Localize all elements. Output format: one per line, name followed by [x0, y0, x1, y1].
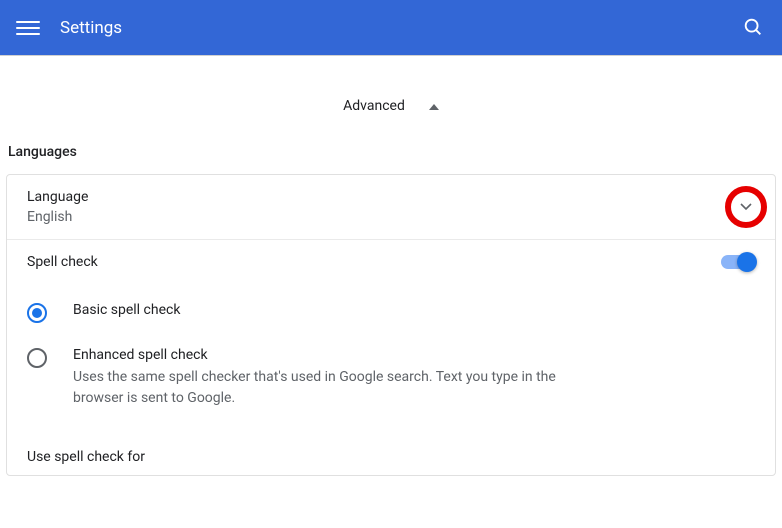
language-label: Language [27, 189, 755, 205]
spellcheck-toggle[interactable] [721, 255, 755, 269]
header-title: Settings [60, 18, 122, 38]
advanced-label: Advanced [343, 98, 405, 114]
app-header: Settings [0, 0, 782, 56]
spellcheck-row: Spell check [7, 240, 775, 284]
radio-label: Basic spell check [73, 302, 180, 318]
radio-icon [27, 303, 47, 323]
languages-card: Language English Spell check [6, 174, 776, 476]
radio-icon [27, 348, 47, 368]
spellcheck-radio-group: Basic spell check Enhanced spell check U… [7, 284, 775, 431]
radio-basic-spellcheck[interactable]: Basic spell check [27, 290, 755, 335]
search-icon[interactable] [742, 16, 766, 40]
language-value: English [27, 209, 755, 225]
radio-enhanced-spellcheck[interactable]: Enhanced spell check Uses the same spell… [27, 335, 755, 421]
chevron-down-icon[interactable] [736, 197, 756, 217]
spellcheck-label: Spell check [27, 254, 721, 270]
radio-label: Enhanced spell check [73, 347, 593, 363]
advanced-toggle[interactable]: Advanced [0, 76, 782, 136]
use-spellcheck-for-label: Use spell check for [7, 431, 775, 475]
section-title-languages: Languages [0, 136, 782, 174]
menu-icon[interactable] [16, 16, 40, 40]
radio-description: Uses the same spell checker that's used … [73, 367, 593, 409]
caret-up-icon [429, 98, 439, 114]
language-row[interactable]: Language English [7, 175, 775, 240]
